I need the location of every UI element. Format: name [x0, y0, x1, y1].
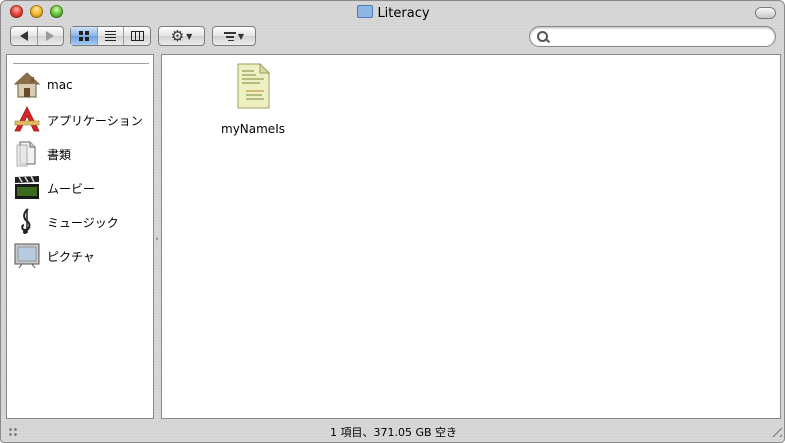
- sidebar-item-mac[interactable]: mac: [13, 71, 153, 101]
- sidebar-item-label: mac: [47, 78, 73, 92]
- back-arrow-icon: [19, 31, 28, 41]
- sidebar-resize-handle[interactable]: ‹: [153, 235, 161, 243]
- sidebar-item-label: 書類: [47, 148, 72, 162]
- sidebar-item-movies[interactable]: ムービー: [13, 173, 153, 203]
- column-view-icon: [130, 31, 144, 41]
- applications-icon: [14, 106, 40, 132]
- text-document-icon: [237, 63, 270, 109]
- arrange-menu-button[interactable]: ▼: [212, 26, 256, 46]
- file-browser-pane[interactable]: myNameIs: [161, 54, 781, 419]
- home-icon: [13, 72, 41, 98]
- icon-view-icon: [78, 31, 89, 41]
- window-title-text: Literacy: [377, 6, 430, 21]
- status-bar: 1 項目、371.05 GB 空き: [1, 420, 784, 442]
- view-switcher: [70, 26, 151, 46]
- file-name-label: myNameIs: [221, 122, 285, 136]
- back-forward-control: [10, 26, 64, 46]
- toolbar: ⚙ ▼ ▼: [1, 23, 784, 53]
- forward-button[interactable]: [38, 27, 64, 45]
- music-icon: [21, 208, 31, 234]
- chevron-down-icon: ▼: [237, 31, 245, 41]
- finder-window: Literacy ⚙ ▼ ▼ mac アプリケーション 書類 ムービー ミュージ…: [0, 0, 785, 443]
- search-field[interactable]: [529, 26, 776, 47]
- documents-icon: [16, 141, 36, 167]
- sidebar-divider: [13, 63, 149, 64]
- chevron-down-icon: ▼: [186, 31, 193, 41]
- column-view-button[interactable]: [124, 27, 150, 45]
- list-view-icon: [105, 31, 116, 41]
- arrange-icon: [223, 31, 236, 41]
- search-icon: [537, 31, 548, 42]
- action-menu-button[interactable]: ⚙ ▼: [158, 26, 205, 46]
- list-view-button[interactable]: [98, 27, 125, 45]
- gear-icon: ⚙: [170, 26, 185, 45]
- folder-icon: [357, 5, 374, 18]
- forward-arrow-icon: [46, 31, 55, 41]
- toolbar-toggle-button[interactable]: [755, 7, 776, 19]
- sidebar-item-label: ピクチャ: [47, 250, 95, 264]
- status-text: 1 項目、371.05 GB 空き: [329, 426, 458, 439]
- sidebar-item-label: ムービー: [47, 182, 96, 196]
- back-button[interactable]: [11, 27, 38, 45]
- pictures-icon: [14, 243, 40, 269]
- sidebar-item-applications[interactable]: アプリケーション: [13, 105, 153, 135]
- movies-icon: [15, 175, 39, 199]
- sidebar-item-music[interactable]: ミュージック: [13, 207, 153, 237]
- sidebar-item-label: ミュージック: [47, 216, 119, 230]
- sidebar-item-documents[interactable]: 書類: [13, 139, 153, 169]
- title-bar[interactable]: Literacy: [1, 1, 784, 23]
- search-input[interactable]: [552, 29, 771, 46]
- icon-view-button[interactable]: [71, 27, 98, 45]
- file-item-mynameis[interactable]: myNameIs: [216, 61, 296, 141]
- sidebar-item-label: アプリケーション: [47, 114, 143, 128]
- sidebar-item-pictures[interactable]: ピクチャ: [13, 241, 153, 271]
- sidebar: mac アプリケーション 書類 ムービー ミュージック ピクチャ: [6, 54, 154, 419]
- window-title: Literacy: [1, 5, 784, 21]
